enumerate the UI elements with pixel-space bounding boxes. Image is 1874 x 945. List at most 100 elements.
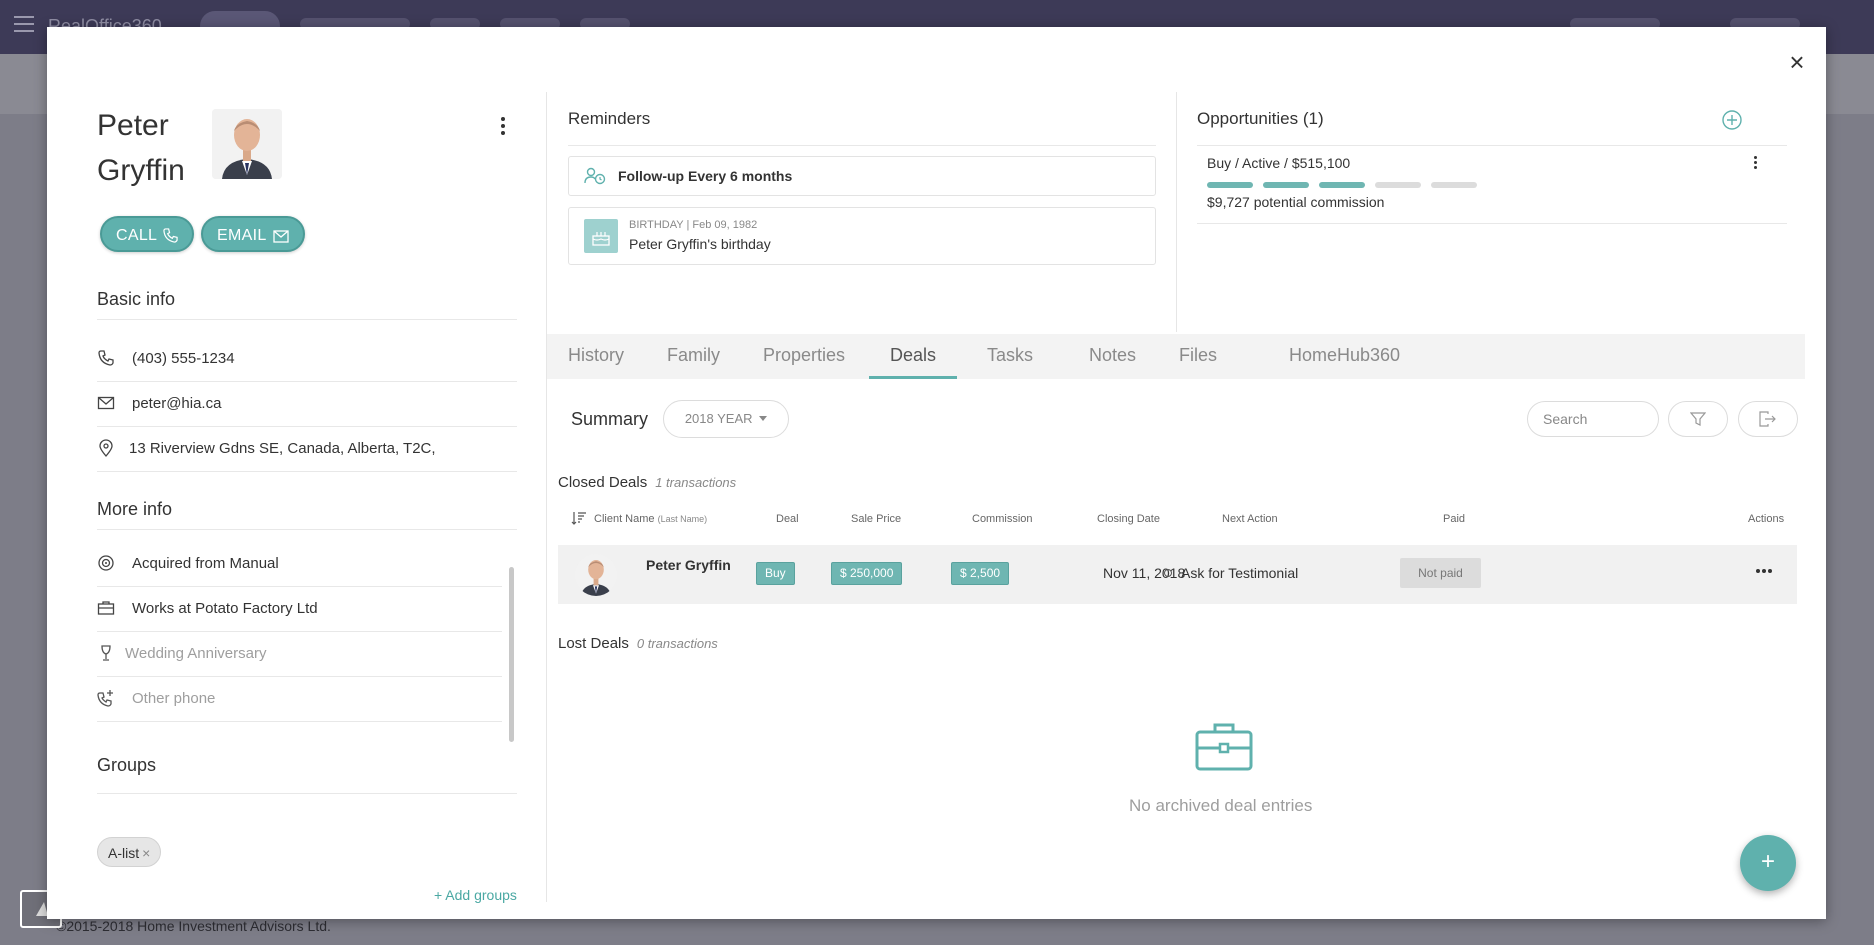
col-client-label: Client Name <box>594 513 655 525</box>
col-closing-date[interactable]: Closing Date <box>1097 513 1160 525</box>
sale-price-badge: $ 250,000 <box>831 562 903 585</box>
stage-bar <box>1263 182 1309 188</box>
more-info-title: More info <box>97 499 173 519</box>
tab-family[interactable]: Family <box>667 334 720 379</box>
phone-icon <box>163 228 178 243</box>
stage-bar <box>1431 182 1477 188</box>
commission-badge: $ 2,500 <box>951 562 1010 585</box>
col-client-sub: (Last Name) <box>657 514 708 524</box>
paid-status-button[interactable]: Not paid <box>1400 558 1481 588</box>
menu-icon[interactable] <box>14 16 34 32</box>
email-button-label: EMAIL <box>217 227 267 244</box>
export-button[interactable] <box>1738 401 1798 437</box>
basic-info-title: Basic info <box>97 289 176 309</box>
closed-deals-count: 1 transactions <box>655 475 737 490</box>
sort-icon[interactable] <box>571 511 587 525</box>
more-info-text: Works at Potato Factory Ltd <box>132 600 318 617</box>
address-value: 13 Riverview Gdns SE, Canada, Alberta, T… <box>129 440 436 457</box>
stage-bar <box>1319 182 1365 188</box>
divider <box>97 721 502 722</box>
email-row[interactable]: peter@hia.ca <box>97 382 517 426</box>
tab-files[interactable]: Files <box>1179 334 1217 379</box>
more-info-item[interactable]: Other phone <box>97 677 502 721</box>
group-chip[interactable]: A-list × <box>97 837 162 867</box>
groups-title: Groups <box>97 755 157 775</box>
opportunity-more-icon[interactable] <box>1749 155 1761 173</box>
followup-label: Follow-up Every 6 months <box>618 168 793 184</box>
close-icon[interactable]: × <box>1782 47 1812 77</box>
phone-row[interactable]: (403) 555-1234 <box>97 337 517 381</box>
col-actions: Actions <box>1748 513 1785 525</box>
filter-icon <box>1690 412 1706 426</box>
caret-down-icon <box>759 416 768 421</box>
opportunity-commission: $9,727 potential commission <box>1207 194 1385 210</box>
more-info-text: Wedding Anniversary <box>125 645 267 662</box>
search-input[interactable] <box>1527 401 1659 437</box>
more-info-text: Acquired from Manual <box>132 555 279 572</box>
contact-modal: × Peter Gryffin CALL EMAIL Basic info (4… <box>47 27 1826 919</box>
client-name[interactable]: Peter Gryffin <box>646 557 731 573</box>
avatar <box>212 109 282 179</box>
call-button[interactable]: CALL <box>100 216 195 252</box>
briefcase-icon <box>1195 723 1253 771</box>
deal-type-badge: Buy <box>756 562 795 585</box>
tab-properties[interactable]: Properties <box>763 334 845 379</box>
export-icon <box>1759 411 1776 427</box>
tab-deals[interactable]: Deals <box>869 334 958 379</box>
tab-notes[interactable]: Notes <box>1089 334 1136 379</box>
more-info-scrollbar[interactable] <box>509 567 514 742</box>
call-button-label: CALL <box>116 227 158 244</box>
col-client[interactable]: Client Name (Last Name) <box>594 513 707 525</box>
col-deal[interactable]: Deal <box>776 513 799 525</box>
stage-bar <box>1375 182 1421 188</box>
avatar <box>575 554 617 596</box>
add-opportunity-icon[interactable] <box>1721 109 1743 131</box>
birthday-meta: BIRTHDAY | Feb 09, 1982 <box>629 219 758 231</box>
contact-more-icon[interactable] <box>493 115 513 139</box>
next-action[interactable]: Ask for Testimonial <box>1164 565 1298 581</box>
more-info-item[interactable]: Wedding Anniversary <box>97 632 502 676</box>
more-info-item[interactable]: Acquired from Manual <box>97 542 502 586</box>
phone-plus-icon <box>97 690 113 707</box>
col-next-action[interactable]: Next Action <box>1222 513 1278 525</box>
closed-deals-title: Closed Deals 1 transactions <box>558 474 736 491</box>
birthday-text: Peter Gryffin's birthday <box>629 236 771 252</box>
address-row[interactable]: 13 Riverview Gdns SE, Canada, Alberta, T… <box>97 427 517 471</box>
tab-homehub360[interactable]: HomeHub360 <box>1289 334 1400 379</box>
lost-deals-title: Lost Deals 0 transactions <box>558 635 718 652</box>
birthday-reminder[interactable]: BIRTHDAY | Feb 09, 1982 Peter Gryffin's … <box>568 207 1156 265</box>
more-info-text: Other phone <box>132 690 216 707</box>
year-select[interactable]: 2018 YEAR <box>663 400 789 438</box>
more-info-item[interactable]: Works at Potato Factory Ltd <box>97 587 502 631</box>
divider <box>1197 223 1787 224</box>
summary-title: Summary <box>571 409 649 429</box>
app-footer: ©2015-2018 Home Investment Advisors Ltd. <box>56 918 331 934</box>
closed-deals-label: Closed Deals <box>558 474 648 491</box>
tab-history[interactable]: History <box>568 334 624 379</box>
remove-chip-icon[interactable]: × <box>142 845 150 861</box>
divider <box>568 145 1156 146</box>
col-sale-price[interactable]: Sale Price <box>851 513 901 525</box>
email-button[interactable]: EMAIL <box>201 216 305 252</box>
followup-reminder[interactable]: Follow-up Every 6 months <box>568 156 1156 196</box>
cake-icon <box>584 219 618 253</box>
col-commission[interactable]: Commission <box>972 513 1033 525</box>
contact-sidebar: Peter Gryffin CALL EMAIL Basic info (403… <box>47 27 547 919</box>
divider <box>97 529 517 530</box>
target-icon <box>98 555 114 571</box>
phone-icon <box>98 350 114 366</box>
table-row[interactable]: Peter Gryffin Buy $ 250,000 $ 2,500 Nov … <box>558 545 1797 604</box>
contact-tabs: History Family Properties Deals Tasks Notes Fi… <box>547 334 1805 379</box>
tab-tasks[interactable]: Tasks <box>987 334 1033 379</box>
add-groups-link[interactable]: + Add groups <box>434 887 517 903</box>
row-actions-icon[interactable] <box>1756 569 1774 575</box>
col-paid[interactable]: Paid <box>1443 513 1465 525</box>
filter-button[interactable] <box>1668 401 1728 437</box>
opportunity-summary[interactable]: Buy / Active / $515,100 <box>1207 155 1350 171</box>
lost-deals-count: 0 transactions <box>636 636 718 651</box>
column-divider <box>546 92 547 902</box>
year-select-label: 2018 YEAR <box>684 411 753 426</box>
glass-icon <box>101 645 111 661</box>
phone-value: (403) 555-1234 <box>132 350 235 367</box>
add-deal-button[interactable]: + <box>1740 835 1796 891</box>
